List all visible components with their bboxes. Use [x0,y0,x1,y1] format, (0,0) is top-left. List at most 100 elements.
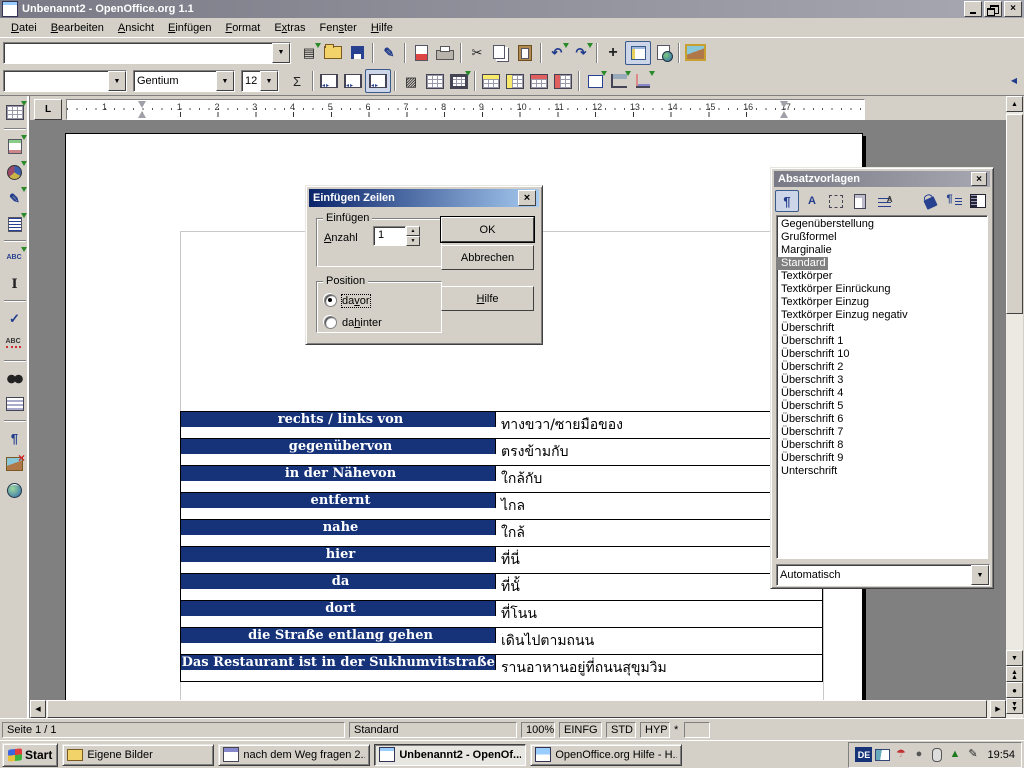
left-margin-marker[interactable] [138,100,147,119]
open-button[interactable] [321,42,345,64]
print-file-direct-button[interactable] [409,42,433,64]
paragraph-styles-button[interactable]: ¶ [775,190,799,212]
cut-button[interactable]: ✂ [465,42,489,64]
anzahl-value[interactable]: 1 [373,226,406,246]
vertical-scroll-thumb[interactable] [1006,114,1023,314]
audio-icon[interactable]: ● [911,748,926,762]
close-button[interactable]: × [1004,1,1022,17]
table-cell-thai[interactable]: รานอาหานอยู่ที่ถนนสุขุมวิม [496,655,823,681]
style-item[interactable]: Überschrift 1 [777,335,987,348]
style-item[interactable]: Überschrift 4 [777,387,987,400]
style-item[interactable]: Überschrift 3 [777,374,987,387]
insert-row-button[interactable] [479,70,503,92]
style-item[interactable]: Überschrift 5 [777,400,987,413]
table-cell-german[interactable]: Das Restaurant ist in der Sukhumvitstraß… [181,655,496,670]
dialog-titlebar[interactable]: Einfügen Zeilen × [309,189,539,207]
taskbar-task[interactable]: OpenOffice.org Hilfe - H... [530,744,682,766]
sum-button[interactable]: Σ [285,70,309,92]
spin-up-icon[interactable]: ▲ [406,226,420,236]
navigator-button[interactable]: + [601,42,625,64]
menu-item-extras[interactable]: Extras [267,20,312,36]
mouse-icon[interactable] [929,748,944,762]
redo-button[interactable]: ↷ [569,42,593,64]
style-item[interactable]: Überschrift 10 [777,348,987,361]
horizontal-ruler[interactable]: 11234567891011121314151617 [66,99,865,120]
numbering-styles-button[interactable] [873,191,895,211]
new-style-button[interactable] [943,191,965,211]
font-name-combo[interactable]: Gentium ▼ [133,70,235,92]
scroll-right-button[interactable]: ▶ [990,700,1006,718]
menu-item-bearbeiten[interactable]: Bearbeiten [44,20,111,36]
ok-button[interactable]: OK [441,217,534,242]
status-hyperlink-mode[interactable]: HYP [640,722,670,738]
table-cell-german[interactable]: nahe [181,520,496,535]
stylist-close-button[interactable]: × [971,172,987,186]
print-button[interactable] [433,42,457,64]
dialog-close-button[interactable]: × [518,190,536,206]
pen-tablet-icon[interactable]: ✎ [965,748,980,762]
paste-button[interactable] [513,42,537,64]
menu-item-einfügen[interactable]: Einfügen [161,20,218,36]
navigation-button[interactable]: ● [1006,682,1023,698]
status-selection-mode[interactable]: STD [606,722,636,738]
status-style[interactable]: Standard [349,722,517,738]
scroll-down-button[interactable]: ▼ [1006,650,1023,666]
background-color-button[interactable]: ▨ [399,70,423,92]
insert-object-main-button[interactable] [3,160,27,184]
vertical-scrollbar[interactable]: ▲ ▼ ● [1006,96,1023,718]
gallery-button[interactable] [683,42,707,64]
help-button[interactable]: Hilfe [441,286,534,311]
menu-item-hilfe[interactable]: Hilfe [364,20,400,36]
table-cell-german[interactable]: in der Nähevon [181,466,496,481]
horizontal-scrollbar[interactable]: ◀ ▶ [30,700,1006,718]
quickstarter-icon[interactable] [875,748,890,762]
menu-item-format[interactable]: Format [218,20,267,36]
antivirus-icon[interactable]: ☂ [893,748,908,762]
edit-file-button[interactable]: ✎ [377,42,401,64]
style-item[interactable]: Textkörper Einzug [777,296,987,309]
menu-item-datei[interactable]: Datei [4,20,44,36]
undo-button[interactable]: ↶ [545,42,569,64]
frame-styles-button[interactable] [825,191,847,211]
style-filter-combo[interactable]: Automatisch ▼ [776,564,990,586]
spin-down-icon[interactable]: ▼ [406,236,420,246]
filter-dropdown-icon[interactable]: ▼ [971,565,989,585]
radio-icon[interactable] [324,316,337,329]
borders-button[interactable] [423,70,447,92]
taskbar-task[interactable]: Unbenannt2 - OpenOf... [374,744,526,766]
table-cell-thai[interactable]: เดินไปตามถนน [496,628,823,654]
style-dropdown-icon[interactable]: ▼ [108,71,126,91]
column-width-fixed-button[interactable] [317,70,341,92]
online-layout-button[interactable] [3,478,27,502]
style-list[interactable]: GegenüberstellungGrußformelMarginalieSta… [776,215,988,559]
language-indicator[interactable]: DE [855,747,872,762]
status-insert-mode[interactable]: EINFG [559,722,602,738]
column-width-variable-button[interactable] [365,69,391,93]
status-zoom[interactable]: 100% [521,722,555,738]
draw-functions-button[interactable]: ✎ [3,186,27,210]
menu-item-fenster[interactable]: Fenster [313,20,364,36]
style-item[interactable]: Standard [777,257,828,270]
stylist-button[interactable] [625,41,651,65]
document-table[interactable]: rechts / links vonทางขวา/ซายมือของgegenü… [180,411,823,682]
start-button[interactable]: Start [2,743,58,767]
graphics-onoff-button[interactable] [3,452,27,476]
font-dropdown-icon[interactable]: ▼ [216,71,234,91]
insert-button[interactable] [3,100,27,124]
scroll-left-button[interactable]: ◀ [30,700,46,718]
radio-icon[interactable] [324,294,337,307]
radio-option-davor[interactable]: davor [324,294,370,307]
border-color-button[interactable] [447,70,471,92]
table-cell-german[interactable]: die Straße entlang gehen [181,628,496,643]
paragraph-styles-panel[interactable]: Absatzvorlagen × ¶ A GegenüberstellungGr… [770,167,994,589]
style-item[interactable]: Überschrift 7 [777,426,987,439]
style-item[interactable]: Textkörper Einzug negativ [777,309,987,322]
table-cell-german[interactable]: entfernt [181,493,496,508]
font-size-combo[interactable]: 12 ▼ [241,70,279,92]
window-titlebar[interactable]: Unbenannt2 - OpenOffice.org 1.1 × [0,0,1024,18]
style-item[interactable]: Gegenüberstellung [777,218,987,231]
update-style-button[interactable] [967,191,989,211]
direct-cursor-button[interactable]: I [3,272,27,296]
insert-dimension-button[interactable] [631,70,655,92]
delete-row-button[interactable] [527,70,551,92]
